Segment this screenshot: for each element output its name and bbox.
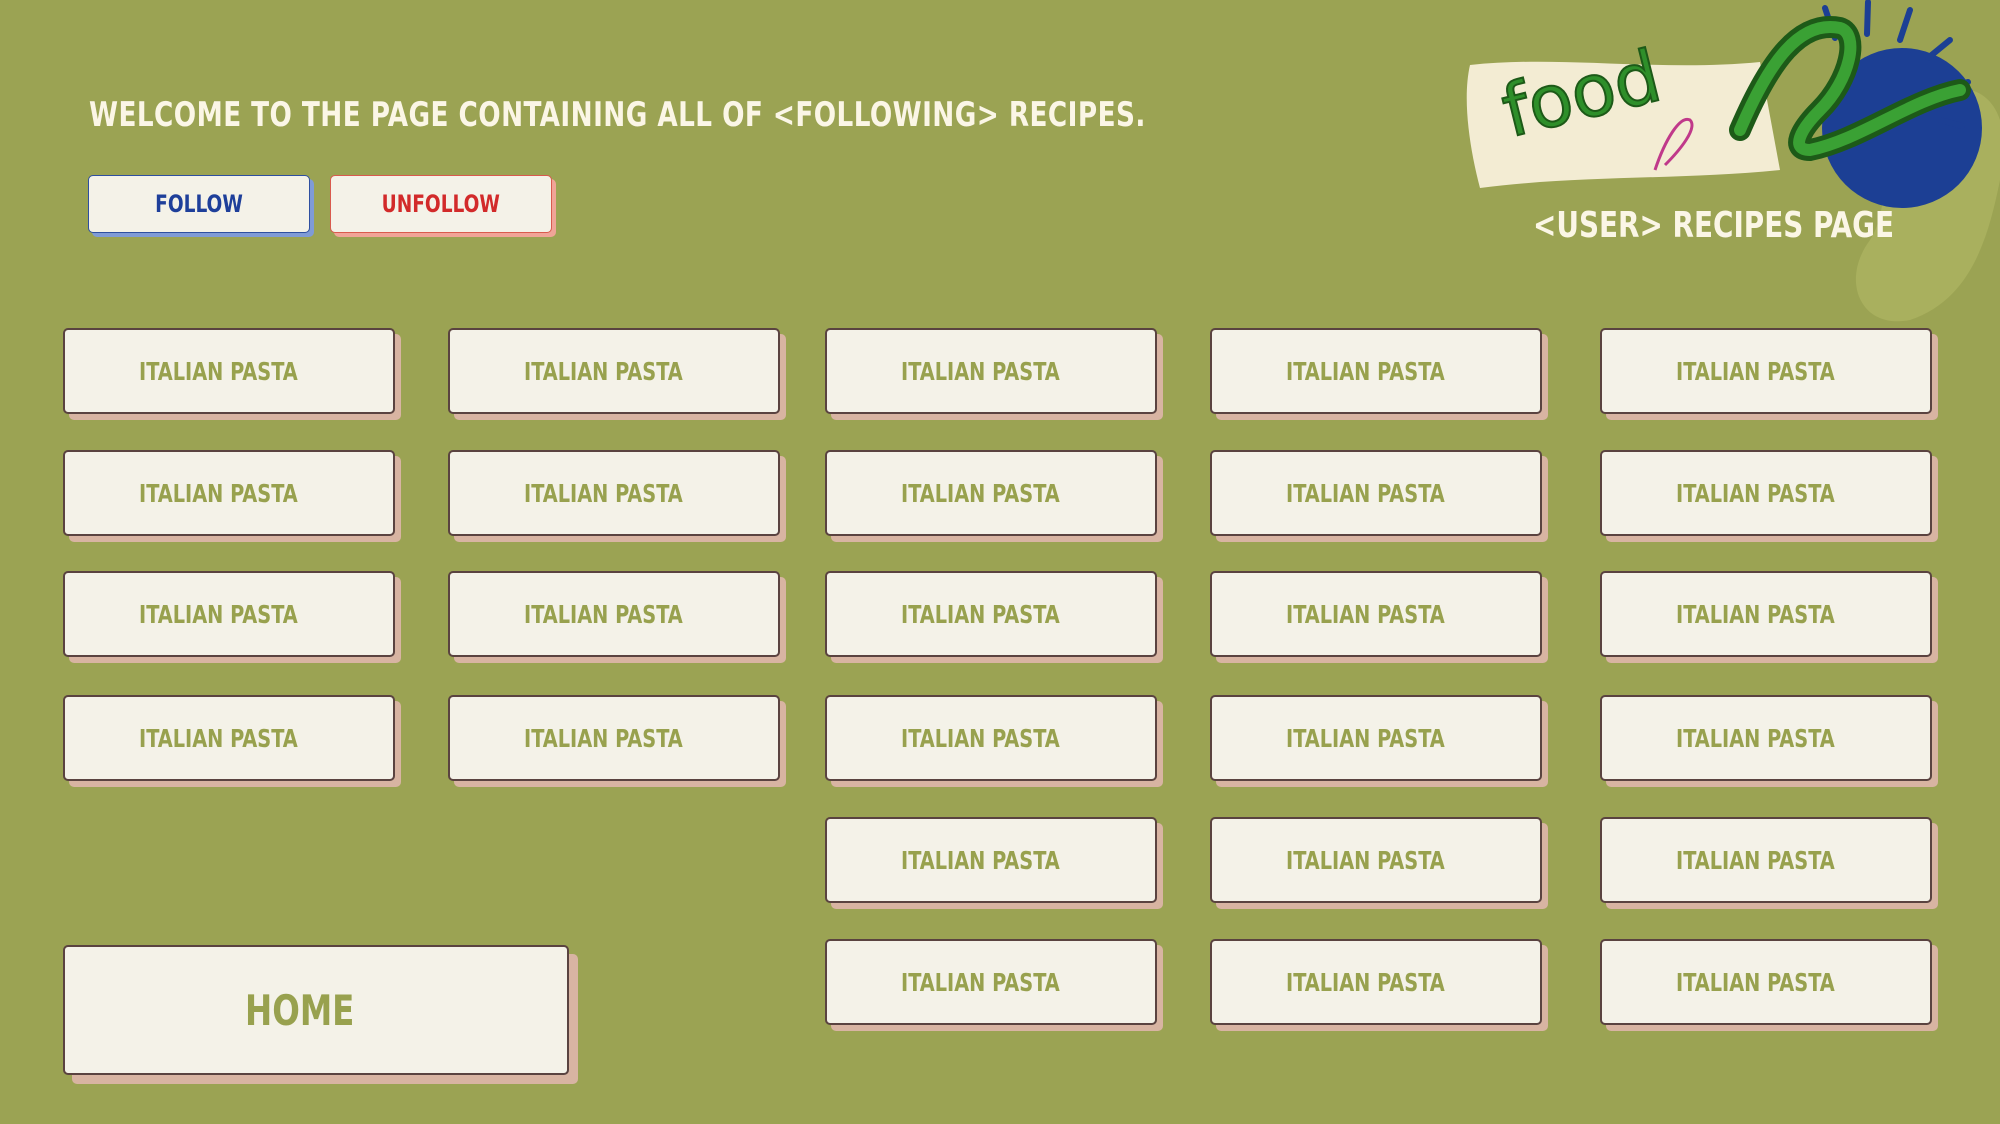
- follow-button[interactable]: FOLLOW: [88, 175, 310, 233]
- welcome-heading: WELCOME TO THE PAGE CONTAINING ALL OF <F…: [89, 95, 1146, 135]
- recipe-card[interactable]: ITALIAN PASTA: [1600, 571, 1932, 657]
- recipe-card[interactable]: ITALIAN PASTA: [1210, 817, 1542, 903]
- recipe-card[interactable]: ITALIAN PASTA: [63, 328, 395, 414]
- recipe-card-label: ITALIAN PASTA: [901, 845, 1060, 875]
- recipe-card-label: ITALIAN PASTA: [1286, 478, 1445, 508]
- recipe-card-label: ITALIAN PASTA: [1286, 967, 1445, 997]
- recipe-card[interactable]: ITALIAN PASTA: [1210, 450, 1542, 536]
- recipe-card-label: ITALIAN PASTA: [1286, 356, 1445, 386]
- recipe-card[interactable]: ITALIAN PASTA: [1210, 939, 1542, 1025]
- recipe-card-label: ITALIAN PASTA: [524, 599, 683, 629]
- recipe-card-label: ITALIAN PASTA: [1286, 723, 1445, 753]
- recipe-card[interactable]: ITALIAN PASTA: [448, 695, 780, 781]
- recipe-card[interactable]: ITALIAN PASTA: [1210, 571, 1542, 657]
- recipe-card[interactable]: ITALIAN PASTA: [448, 328, 780, 414]
- recipe-card-label: ITALIAN PASTA: [1286, 845, 1445, 875]
- home-button[interactable]: HOME: [63, 945, 569, 1075]
- recipe-card[interactable]: ITALIAN PASTA: [825, 571, 1157, 657]
- recipe-card[interactable]: ITALIAN PASTA: [1600, 450, 1932, 536]
- recipe-card-label: ITALIAN PASTA: [1676, 599, 1835, 629]
- recipe-card-label: ITALIAN PASTA: [901, 478, 1060, 508]
- recipe-card[interactable]: ITALIAN PASTA: [1210, 695, 1542, 781]
- recipe-card[interactable]: ITALIAN PASTA: [63, 695, 395, 781]
- recipe-card-label: ITALIAN PASTA: [901, 723, 1060, 753]
- recipe-card[interactable]: ITALIAN PASTA: [1210, 328, 1542, 414]
- recipe-card[interactable]: ITALIAN PASTA: [825, 450, 1157, 536]
- recipe-card[interactable]: ITALIAN PASTA: [1600, 328, 1932, 414]
- recipe-card[interactable]: ITALIAN PASTA: [63, 571, 395, 657]
- recipe-card-label: ITALIAN PASTA: [139, 599, 298, 629]
- recipe-card-label: ITALIAN PASTA: [524, 478, 683, 508]
- recipe-card-label: ITALIAN PASTA: [1676, 478, 1835, 508]
- recipe-card-label: ITALIAN PASTA: [1676, 845, 1835, 875]
- recipe-card[interactable]: ITALIAN PASTA: [63, 450, 395, 536]
- recipe-card[interactable]: ITALIAN PASTA: [448, 450, 780, 536]
- user-recipes-page-title: <USER> RECIPES PAGE: [1533, 205, 1895, 246]
- recipe-card-label: ITALIAN PASTA: [901, 967, 1060, 997]
- recipe-card-label: ITALIAN PASTA: [139, 356, 298, 386]
- unfollow-button[interactable]: UNFOLLOW: [330, 175, 552, 233]
- brand-logo: [1466, 0, 2000, 322]
- recipe-card-label: ITALIAN PASTA: [139, 478, 298, 508]
- recipe-card[interactable]: ITALIAN PASTA: [825, 328, 1157, 414]
- recipe-card[interactable]: ITALIAN PASTA: [1600, 939, 1932, 1025]
- recipe-card-label: ITALIAN PASTA: [901, 356, 1060, 386]
- recipe-card-label: ITALIAN PASTA: [1676, 723, 1835, 753]
- recipe-card[interactable]: ITALIAN PASTA: [1600, 817, 1932, 903]
- recipe-card-label: ITALIAN PASTA: [524, 356, 683, 386]
- recipe-card[interactable]: ITALIAN PASTA: [448, 571, 780, 657]
- recipe-card[interactable]: ITALIAN PASTA: [825, 939, 1157, 1025]
- recipe-card[interactable]: ITALIAN PASTA: [1600, 695, 1932, 781]
- recipe-card-label: ITALIAN PASTA: [1286, 599, 1445, 629]
- recipe-card-label: ITALIAN PASTA: [524, 723, 683, 753]
- recipe-card[interactable]: ITALIAN PASTA: [825, 817, 1157, 903]
- recipe-card[interactable]: ITALIAN PASTA: [825, 695, 1157, 781]
- recipe-card-label: ITALIAN PASTA: [139, 723, 298, 753]
- recipe-card-label: ITALIAN PASTA: [1676, 356, 1835, 386]
- recipe-card-label: ITALIAN PASTA: [901, 599, 1060, 629]
- recipe-card-label: ITALIAN PASTA: [1676, 967, 1835, 997]
